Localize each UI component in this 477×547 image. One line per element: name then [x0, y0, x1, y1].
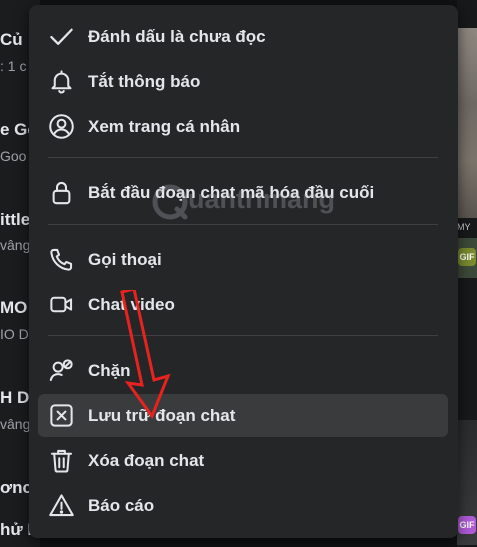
chat-preview-fragment: IO D [0, 326, 29, 342]
menu-item-label: Báo cáo [88, 496, 155, 515]
phone-icon [48, 246, 75, 273]
media-thumbnail [457, 28, 477, 218]
menu-item-label: Đánh dấu là chưa đọc [88, 27, 266, 46]
menu-item-report[interactable]: Báo cáo [38, 484, 448, 527]
checkmark-icon [48, 23, 75, 50]
menu-item-label: Chặn [88, 361, 131, 380]
chat-context-menu: Đánh dấu là chưa đọc Tắt thông báo Xem t… [29, 5, 458, 538]
chat-name-fragment: ơnc [0, 478, 32, 497]
menu-item-label: Bắt đầu đoạn chat mã hóa đầu cuối [88, 183, 375, 202]
menu-item-video-chat[interactable]: Chat video [38, 283, 448, 326]
menu-item-label: Xem trang cá nhân [88, 117, 241, 136]
menu-item-label: Xóa đoạn chat [88, 451, 205, 470]
menu-divider [48, 224, 438, 225]
menu-divider [48, 157, 438, 158]
menu-item-label: Lưu trữ đoạn chat [88, 406, 236, 425]
block-user-icon [48, 357, 75, 384]
menu-item-delete-chat[interactable]: Xóa đoạn chat [38, 439, 448, 482]
menu-item-voice-call[interactable]: Gọi thoại [38, 238, 448, 281]
menu-item-block[interactable]: Chặn [38, 349, 448, 392]
lock-icon [48, 179, 75, 206]
menu-item-start-encrypted-chat[interactable]: Bắt đầu đoạn chat mã hóa đầu cuối [38, 171, 448, 214]
archive-box-icon [48, 402, 75, 429]
chat-preview-fragment: Goo [0, 148, 27, 164]
chat-name-fragment: Củ [0, 30, 23, 49]
video-camera-icon [48, 291, 75, 318]
menu-item-view-profile[interactable]: Xem trang cá nhân [38, 105, 448, 148]
chat-name-fragment: ittle [0, 210, 31, 229]
chat-media-background: MY GIF GIF [457, 0, 477, 547]
menu-item-mute-notifications[interactable]: Tắt thông báo [38, 60, 448, 103]
chat-name-fragment: MO [0, 298, 28, 317]
warning-icon [48, 492, 75, 519]
menu-item-label: Chat video [88, 295, 175, 314]
menu-item-label: Tắt thông báo [88, 72, 201, 91]
chat-preview-fragment: : 1 c [0, 58, 27, 74]
trash-icon [48, 447, 75, 474]
menu-item-archive-chat[interactable]: Lưu trữ đoạn chat [38, 394, 448, 437]
bell-icon [48, 68, 75, 95]
menu-divider [48, 335, 438, 336]
chat-name-fragment: H D [0, 388, 30, 407]
chat-preview-fragment: vâng [0, 237, 31, 253]
gif-badge: GIF [458, 516, 476, 534]
menu-item-mark-unread[interactable]: Đánh dấu là chưa đọc [38, 15, 448, 58]
user-circle-icon [48, 113, 75, 140]
media-caption-fragment: MY [457, 222, 471, 232]
menu-item-label: Gọi thoại [88, 250, 162, 269]
gif-badge: GIF [458, 248, 476, 266]
chat-preview-fragment: vâng [0, 416, 31, 432]
